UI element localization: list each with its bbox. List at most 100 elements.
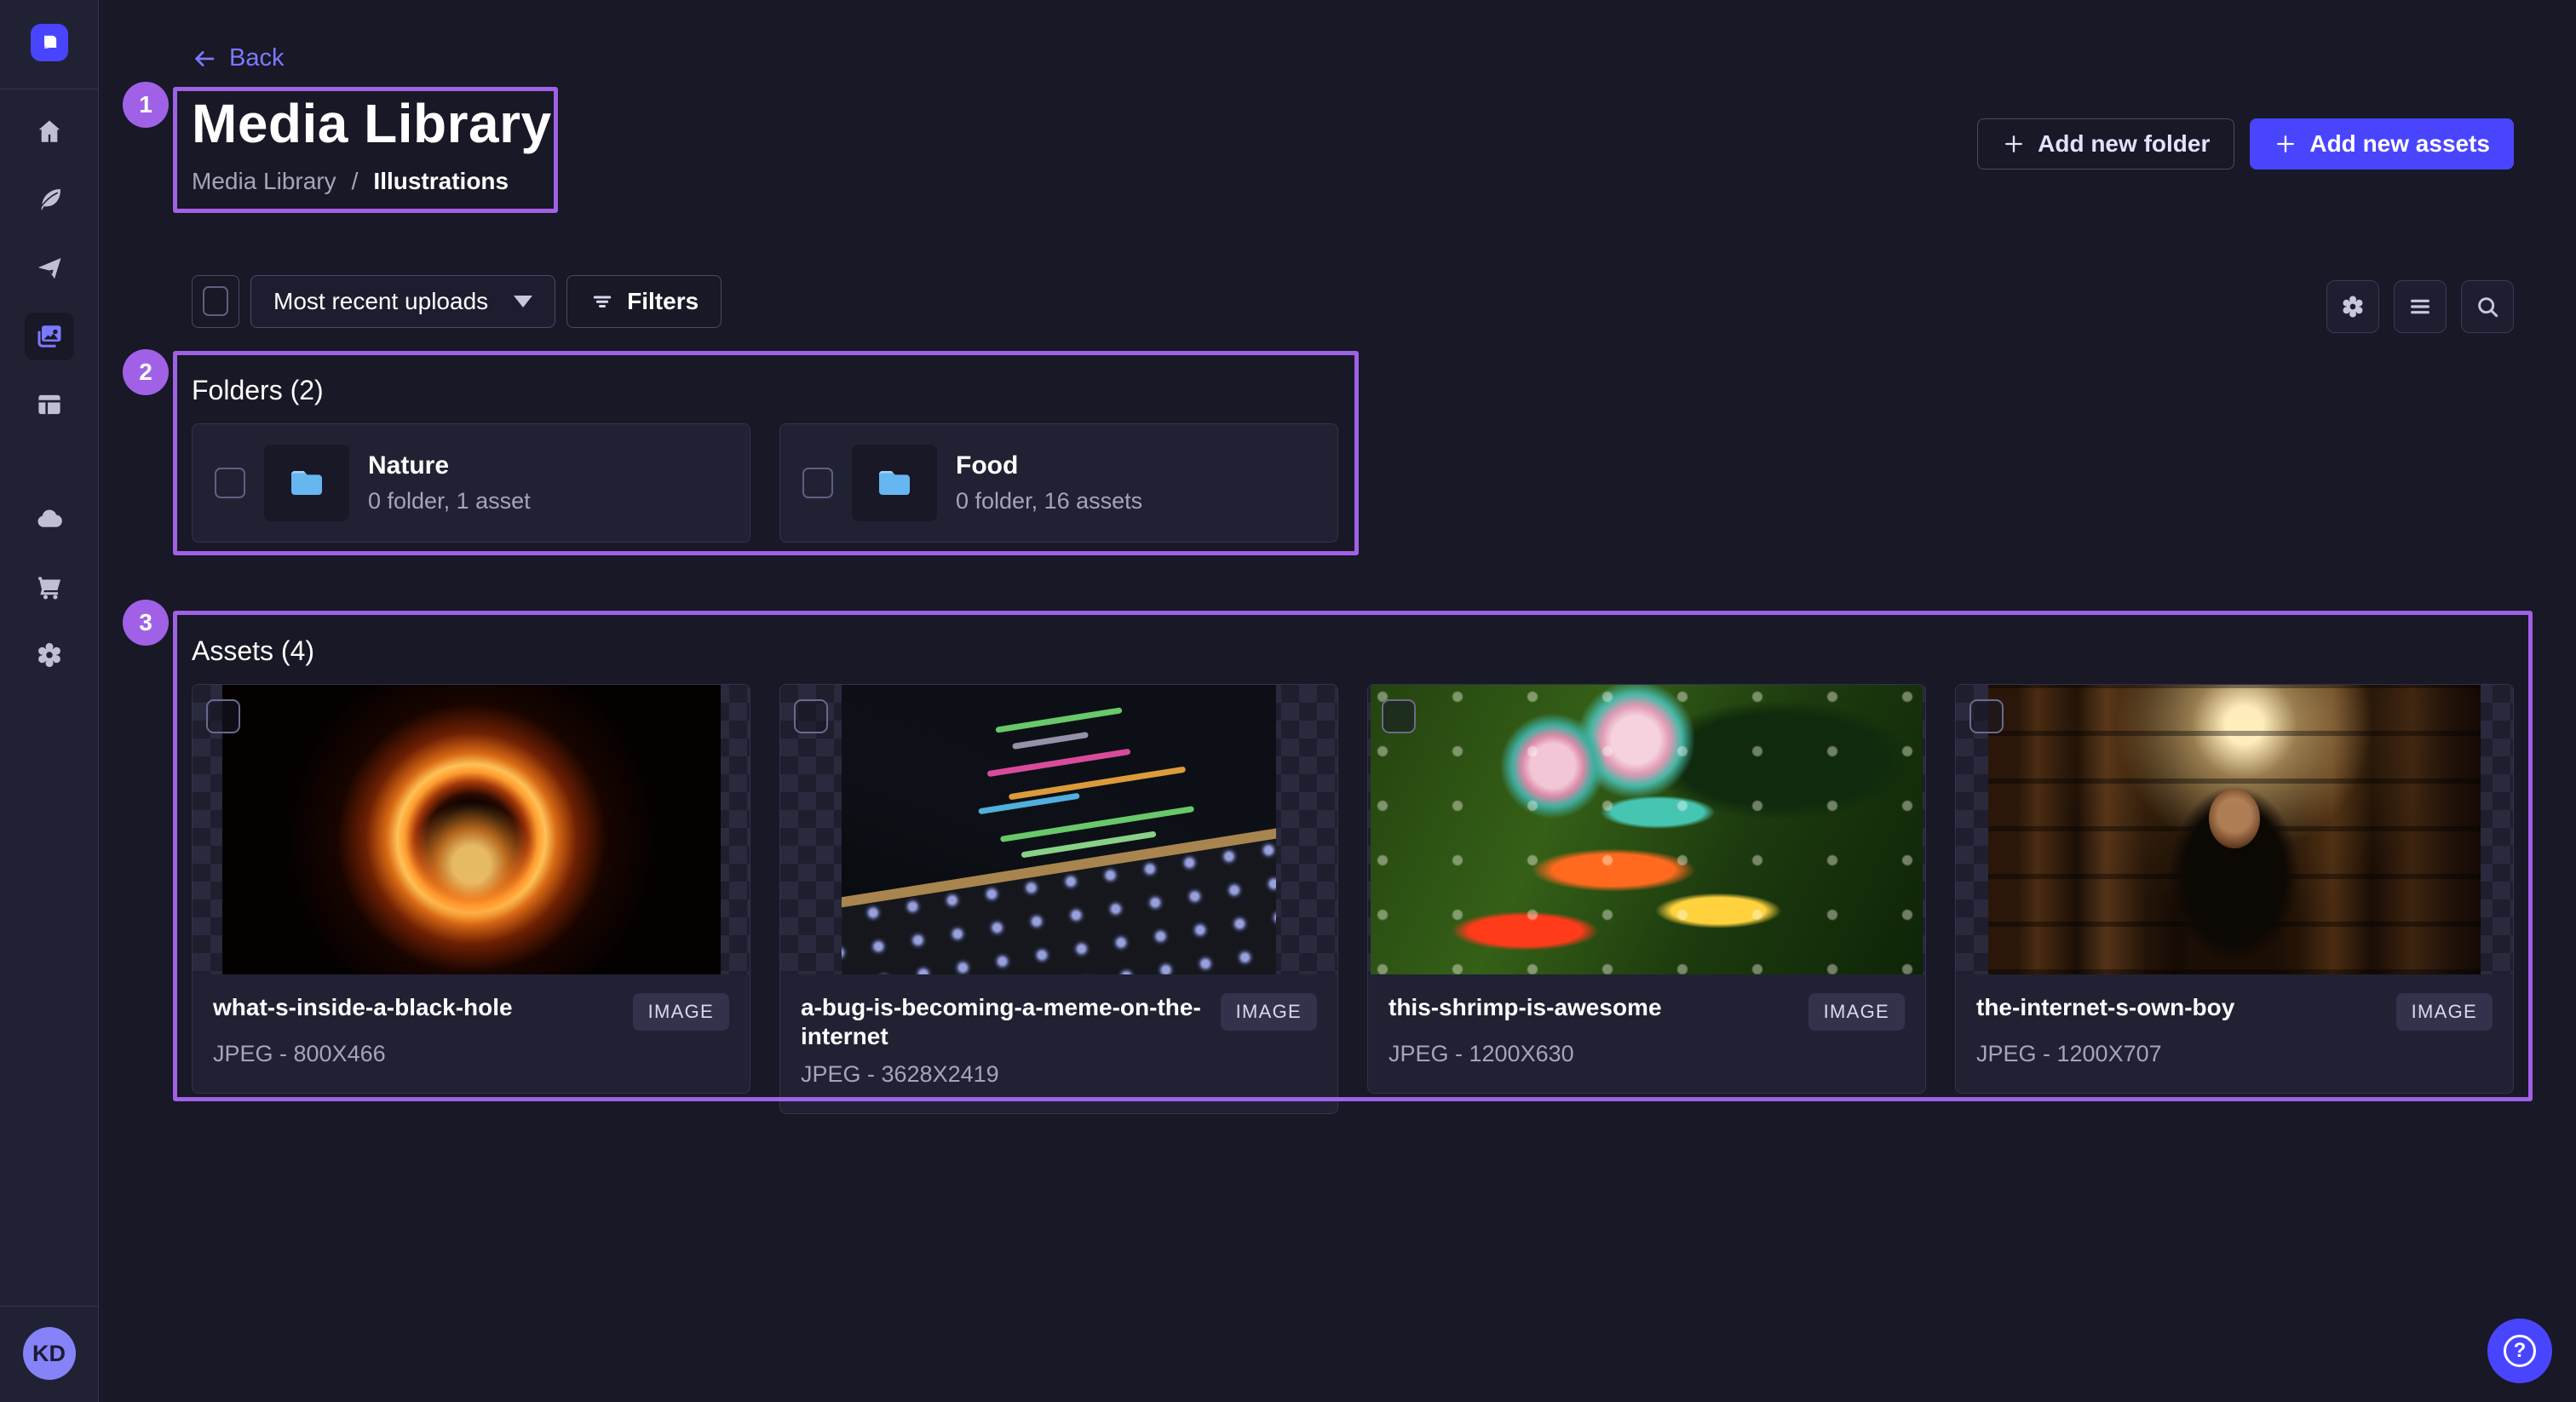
black-hole-image (222, 685, 721, 974)
folder-icon-tile (264, 445, 349, 521)
sidebar-item-content-manager[interactable] (25, 176, 74, 224)
sidebar-item-marketplace[interactable] (25, 563, 74, 611)
chevron-down-icon (514, 296, 532, 307)
folder-icon (874, 463, 915, 503)
layout-icon (34, 389, 65, 420)
home-icon (34, 117, 65, 147)
folder-name: Nature (368, 451, 531, 480)
settings-view-button[interactable] (2326, 280, 2379, 333)
person-silhouette-art (2153, 753, 2315, 974)
toolbar-right (2326, 280, 2514, 333)
folder-meta: 0 folder, 16 assets (956, 488, 1142, 514)
asset-checkbox[interactable] (1969, 699, 2004, 733)
filters-button[interactable]: Filters (566, 275, 722, 328)
code-laptop-image (842, 685, 1276, 974)
asset-card-shrimp: this-shrimp-is-awesome IMAGE JPEG - 1200… (1367, 684, 1926, 1094)
asset-info: what-s-inside-a-black-hole IMAGE JPEG - … (193, 974, 750, 1093)
title-block: Media Library Media Library / Illustrati… (192, 93, 552, 195)
list-view-button[interactable] (2394, 280, 2447, 333)
app-root: KD Back Media Library Media Library / Il… (0, 0, 2576, 1402)
select-all-checkbox-frame[interactable] (192, 275, 239, 328)
folder-text: Nature 0 folder, 1 asset (368, 451, 531, 514)
toolbar: Most recent uploads Filters (192, 275, 2514, 333)
library-portrait-image (1988, 685, 2481, 974)
folder-checkbox[interactable] (802, 468, 833, 498)
speckles-art (1371, 685, 1923, 974)
asset-name: this-shrimp-is-awesome (1389, 993, 1662, 1022)
add-new-folder-label: Add new folder (2038, 130, 2210, 158)
folder-card-food[interactable]: Food 0 folder, 16 assets (779, 423, 1338, 543)
folder-checkbox[interactable] (215, 468, 245, 498)
back-arrow-icon (192, 46, 217, 72)
folder-meta: 0 folder, 1 asset (368, 488, 531, 514)
asset-card-internets-own-boy: the-internet-s-own-boy IMAGE JPEG - 1200… (1955, 684, 2514, 1094)
breadcrumb-current: Illustrations (373, 168, 509, 195)
search-button[interactable] (2461, 280, 2514, 333)
sidebar-item-content-type-builder[interactable] (25, 381, 74, 428)
strapi-logo[interactable] (31, 24, 68, 61)
asset-thumbnail[interactable] (780, 685, 1337, 974)
folder-icon (286, 463, 327, 503)
sidebar-item-home[interactable] (25, 108, 74, 156)
asset-name: the-internet-s-own-boy (1976, 993, 2234, 1022)
help-button[interactable]: ? (2487, 1319, 2552, 1383)
asset-meta: JPEG - 3628X2419 (801, 1061, 1317, 1088)
asset-info: the-internet-s-own-boy IMAGE JPEG - 1200… (1956, 974, 2513, 1093)
add-new-assets-button[interactable]: Add new assets (2250, 118, 2514, 170)
asset-type-badge: IMAGE (633, 993, 729, 1031)
filter-icon (589, 289, 615, 314)
add-new-folder-button[interactable]: Add new folder (1977, 118, 2234, 170)
add-new-assets-label: Add new assets (2309, 130, 2490, 158)
asset-meta: JPEG - 1200X630 (1389, 1041, 1905, 1067)
plus-icon (2002, 132, 2026, 156)
feather-icon (34, 185, 65, 215)
sidebar-item-settings[interactable] (25, 631, 74, 679)
assets-grid: what-s-inside-a-black-hole IMAGE JPEG - … (192, 684, 2514, 1114)
folders-section-title: Folders (2) (192, 374, 2514, 406)
asset-type-badge: IMAGE (2396, 993, 2493, 1031)
search-icon (2474, 293, 2501, 320)
paper-plane-icon (34, 253, 65, 284)
asset-card-bug-meme: a-bug-is-becoming-a-meme-on-the-internet… (779, 684, 1338, 1114)
sidebar-item-release[interactable] (25, 244, 74, 292)
gear-icon (34, 640, 65, 670)
cloud-icon (34, 503, 65, 534)
sidebar: KD (0, 0, 99, 1402)
sidebar-item-cloud[interactable] (25, 495, 74, 543)
asset-card-black-hole: what-s-inside-a-black-hole IMAGE JPEG - … (192, 684, 750, 1094)
asset-type-badge: IMAGE (1221, 993, 1317, 1031)
sidebar-item-media-library[interactable] (25, 313, 74, 360)
asset-checkbox[interactable] (794, 699, 828, 733)
asset-thumbnail[interactable] (1956, 685, 2513, 974)
asset-thumbnail[interactable] (1368, 685, 1925, 974)
back-link[interactable]: Back (192, 44, 284, 72)
avatar[interactable]: KD (23, 1327, 76, 1380)
cart-icon (34, 572, 65, 602)
asset-name: what-s-inside-a-black-hole (213, 993, 513, 1022)
back-label: Back (229, 44, 284, 72)
asset-thumbnail[interactable] (193, 685, 750, 974)
asset-meta: JPEG - 800X466 (213, 1041, 729, 1067)
folders-section: Folders (2) Nature 0 folder, 1 asset (192, 374, 2514, 543)
assets-section-title: Assets (4) (192, 635, 2514, 667)
asset-checkbox[interactable] (206, 699, 240, 733)
page-title: Media Library (192, 93, 552, 154)
plus-icon (2274, 132, 2297, 156)
list-icon (2406, 293, 2434, 320)
sidebar-nav (0, 89, 98, 679)
breadcrumb-parent[interactable]: Media Library (192, 168, 336, 195)
strapi-logo-glyph (38, 32, 60, 54)
folder-card-nature[interactable]: Nature 0 folder, 1 asset (192, 423, 750, 543)
select-all-checkbox[interactable] (203, 286, 228, 316)
main-content: Back Media Library Media Library / Illus… (99, 0, 2576, 1114)
folder-name: Food (956, 451, 1142, 480)
sort-select[interactable]: Most recent uploads (250, 275, 555, 328)
asset-info: this-shrimp-is-awesome IMAGE JPEG - 1200… (1368, 974, 1925, 1093)
asset-checkbox[interactable] (1382, 699, 1416, 733)
asset-name: a-bug-is-becoming-a-meme-on-the-internet (801, 993, 1205, 1051)
header-actions: Add new folder Add new assets (1977, 118, 2514, 170)
toolbar-left: Most recent uploads Filters (192, 275, 722, 328)
sidebar-bottom: KD (0, 1278, 98, 1402)
breadcrumb: Media Library / Illustrations (192, 168, 552, 195)
asset-meta: JPEG - 1200X707 (1976, 1041, 2493, 1067)
